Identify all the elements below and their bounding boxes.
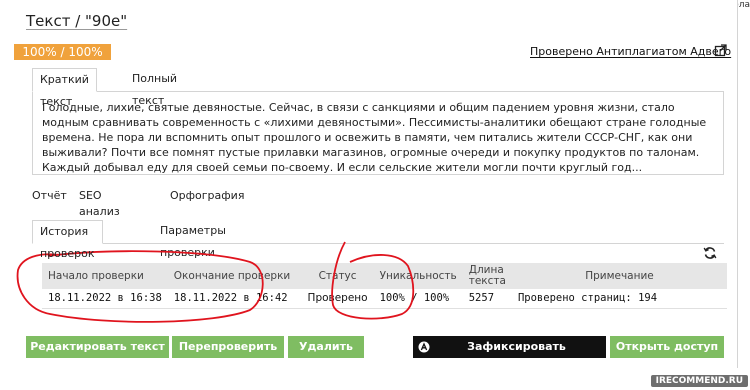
main-panel: Текст / "90е" 100% / 100% Проверено Анти… [14,0,738,375]
verified-advego-link[interactable]: Проверено Антиплагиатом Адвего [530,45,731,58]
fix-uniqueness-button[interactable]: Зафиксировать уникальность [413,336,606,375]
page-title[interactable]: Текст / "90е" [26,12,127,30]
cell-end: 18.11.2022 в 16:42 [167,289,302,309]
open-access-button[interactable]: Открыть доступ [610,336,724,358]
progress-label: 100% / 100% [22,45,103,59]
tab-full-text[interactable]: Полный текст [125,68,184,107]
col-status: Статус [301,263,374,289]
tab-check-history[interactable]: История проверок [32,220,103,260]
text-preview: Голодные, лихие, святые девяностые. Сейч… [32,91,724,175]
edit-text-button[interactable]: Редактировать текст [26,336,169,358]
watermark: IRECOMMEND.RU [650,375,748,387]
delete-button[interactable]: Удалить [288,336,364,358]
cell-status: Проверено [301,289,374,309]
recheck-label: Перепроверить [178,340,278,353]
edit-text-label: Редактировать текст [30,340,165,353]
tab-short-text[interactable]: Краткий текст [32,68,97,108]
col-note: Примечание [511,263,727,289]
tab-report[interactable]: Отчёт [32,188,67,204]
tab-spelling[interactable]: Орфография [170,188,244,204]
tab-seo-analysis[interactable]: SEO анализ [79,188,120,220]
open-access-label: Открыть доступ [615,340,719,353]
advego-logo-icon [418,341,430,353]
external-link-icon[interactable] [714,43,728,57]
col-end: Окончание проверки [167,263,302,289]
cell-note: Проверено страниц: 194 [511,289,727,309]
col-start: Начало проверки [42,263,168,289]
tabs-divider [32,243,724,244]
cell-start: 18.11.2022 в 16:38 [42,289,168,309]
delete-label: Удалить [299,340,353,353]
col-uniqueness: Уникальность [373,263,463,289]
recheck-button[interactable]: Перепроверить [172,336,284,358]
cell-length: 5257 [462,289,512,309]
table-header-row: Начало проверки Окончание проверки Стату… [42,263,727,289]
tab-check-params[interactable]: Параметры проверки [153,220,233,259]
cell-uniqueness: 100% / 100% [373,289,463,309]
col-length: Длина текста [462,263,512,289]
refresh-icon[interactable] [703,246,717,260]
table-row: 18.11.2022 в 16:38 18.11.2022 в 16:42 Пр… [42,289,727,309]
progress-bar: 100% / 100% [14,44,111,60]
check-history-table: Начало проверки Окончание проверки Стату… [42,263,727,309]
fix-uniqueness-label: Зафиксировать уникальность [465,340,566,375]
